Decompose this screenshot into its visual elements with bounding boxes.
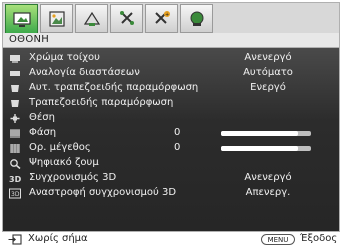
wall-color-icon <box>9 53 21 64</box>
h-size-icon <box>9 143 21 154</box>
advanced-settings-icon: + <box>154 10 170 24</box>
tab-information[interactable] <box>180 4 213 33</box>
section-header: ΟΘΟΝΗ <box>2 33 340 47</box>
tab-bar: + <box>2 2 340 35</box>
menu-item-3d-sync[interactable]: 3D Συγχρονισμός 3D Ανενεργό <box>3 171 339 186</box>
menu-item-aspect-ratio[interactable]: Αναλογία διαστάσεων Αυτόματο <box>3 66 339 81</box>
picture-icon <box>48 10 65 27</box>
tab-picture[interactable] <box>40 4 73 33</box>
no-signal-label: Χωρίς σήμα <box>28 233 88 244</box>
menu-item-label: Ορ. μέγεθος <box>29 142 91 153</box>
phase-value: 0 <box>174 127 181 138</box>
menu-key-badge[interactable]: MENU <box>261 234 295 245</box>
auto-keystone-icon <box>9 83 21 94</box>
tab-display[interactable] <box>5 4 38 35</box>
menu-item-value: Απενεργ. <box>245 187 291 198</box>
aspect-ratio-icon <box>9 68 21 79</box>
phase-slider[interactable] <box>221 131 311 136</box>
display-icon <box>12 11 31 27</box>
position-icon <box>9 113 21 124</box>
menu-item-label: Φάση <box>29 127 57 138</box>
menu-item-value: Αυτόματο <box>243 67 293 78</box>
digital-zoom-icon <box>9 158 21 169</box>
osd-menu-window: + ΟΘΟΝΗ Χρώμα τοίχου Ανενεργό Αναλογία δ… <box>0 0 342 249</box>
h-size-slider[interactable] <box>221 146 311 151</box>
h-size-value: 0 <box>174 142 181 153</box>
menu-item-label: Αναλογία διαστάσεων <box>29 67 140 78</box>
menu-item-label: Αναστροφή συγχρονισμού 3D <box>29 187 177 198</box>
source-icon <box>83 11 100 26</box>
3d-sync-invert-icon: 3D <box>9 188 21 199</box>
tab-settings[interactable] <box>110 4 143 33</box>
3d-icon: 3D <box>9 173 21 184</box>
menu-item-value: Ανενεργό <box>244 172 292 183</box>
phase-icon <box>9 128 21 139</box>
h-size-slider-fill <box>221 146 298 151</box>
menu-item-h-size[interactable]: Ορ. μέγεθος 0 <box>3 141 339 156</box>
menu-panel: Χρώμα τοίχου Ανενεργό Αναλογία διαστάσεω… <box>2 47 340 232</box>
section-title: ΟΘΟΝΗ <box>9 34 50 45</box>
tab-source[interactable] <box>75 4 108 33</box>
menu-item-label: Συγχρονισμός 3D <box>29 172 117 183</box>
settings-icon <box>119 10 134 25</box>
svg-text:+: + <box>165 12 169 18</box>
menu-item-value: Ενεργό <box>250 82 286 93</box>
exit-label: Έξοδος <box>300 233 338 244</box>
svg-text:3D: 3D <box>9 175 21 184</box>
menu-item-value: Ανενεργό <box>244 52 292 63</box>
phase-slider-fill <box>221 131 298 136</box>
tab-advanced-settings[interactable]: + <box>145 4 178 33</box>
menu-item-label: Ψηφιακό ζουμ <box>29 157 99 168</box>
menu-item-label: Τραπεζοειδής παραμόρφωση <box>29 97 174 108</box>
keystone-icon <box>9 98 21 109</box>
menu-item-keystone[interactable]: Τραπεζοειδής παραμόρφωση <box>3 96 339 111</box>
menu-item-wall-color[interactable]: Χρώμα τοίχου Ανενεργό <box>3 51 339 66</box>
menu-item-label: Αυτ. τραπεζοειδής παραμόρφωση <box>29 82 199 93</box>
footer-bar: Χωρίς σήμα MENU Έξοδος <box>2 232 340 247</box>
menu-item-3d-sync-invert[interactable]: 3D Αναστροφή συγχρονισμού 3D Απενεργ. <box>3 186 339 201</box>
menu-item-label: Χρώμα τοίχου <box>29 52 100 63</box>
svg-text:3D: 3D <box>11 191 20 198</box>
menu-item-phase[interactable]: Φάση 0 <box>3 126 339 141</box>
menu-item-digital-zoom[interactable]: Ψηφιακό ζουμ <box>3 156 339 171</box>
information-icon <box>190 11 203 26</box>
menu-item-position[interactable]: Θέση <box>3 111 339 126</box>
menu-item-label: Θέση <box>29 112 55 123</box>
input-source-icon <box>8 234 22 245</box>
menu-item-auto-keystone[interactable]: Αυτ. τραπεζοειδής παραμόρφωση Ενεργό <box>3 81 339 96</box>
